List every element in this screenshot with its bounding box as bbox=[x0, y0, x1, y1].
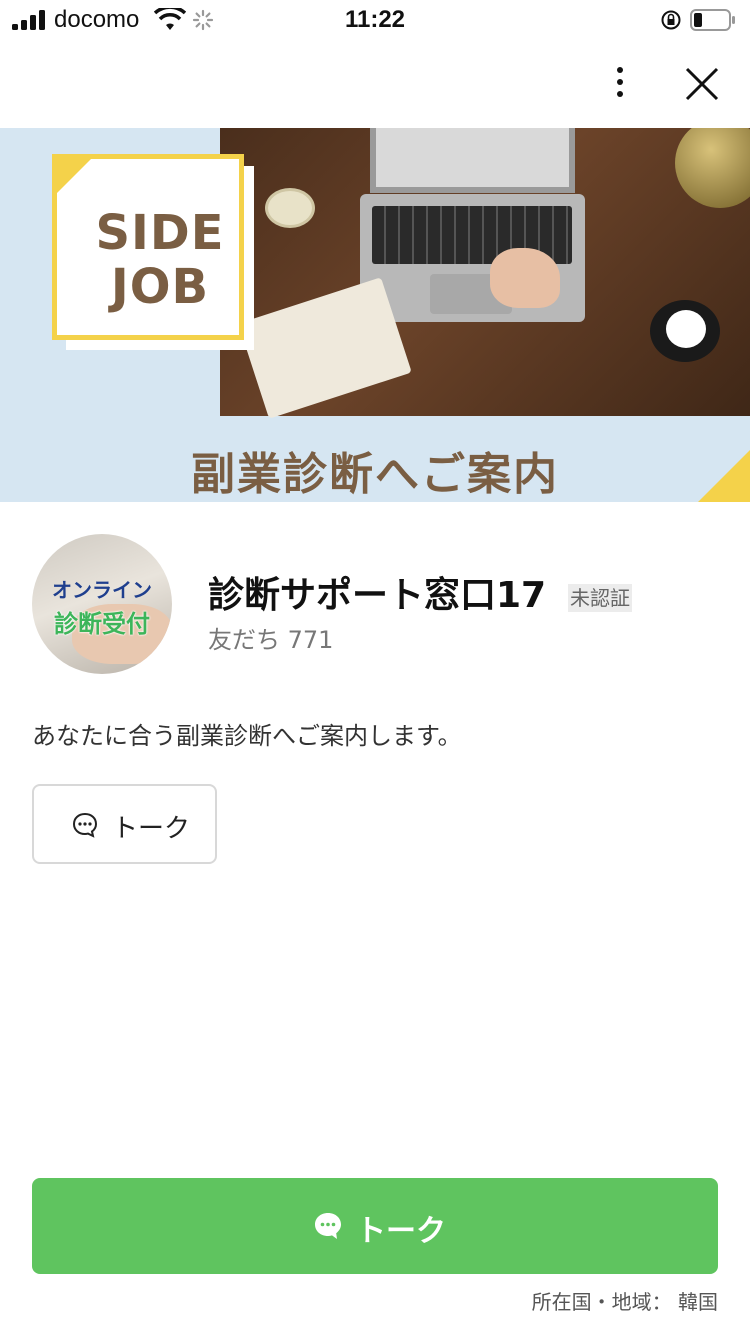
account-description: あなたに合う副業診断へご案内します。 bbox=[32, 722, 462, 750]
more-vertical-icon[interactable] bbox=[600, 64, 640, 104]
cover-title: 副業診断へご案内 bbox=[191, 449, 559, 500]
avatar[interactable]: オンライン 診断受付 bbox=[32, 534, 172, 674]
avatar-text-reception: 診断受付 bbox=[54, 610, 150, 638]
talk-button[interactable]: トーク bbox=[32, 784, 217, 864]
talk-primary-label: トーク bbox=[356, 1214, 446, 1249]
cover-image: SIDE JOB 副業診断へご案内 bbox=[0, 128, 750, 502]
status-time: 11:22 bbox=[344, 6, 406, 33]
side-job-text: SIDE JOB bbox=[95, 205, 225, 315]
friends-number: 771 bbox=[287, 626, 334, 654]
desk-photo bbox=[220, 128, 750, 419]
region-info: 所在国・地域： 韓国 bbox=[532, 1286, 718, 1315]
region-value: 韓国 bbox=[678, 1290, 718, 1314]
chat-bubble-icon bbox=[72, 812, 98, 838]
avatar-text-online: オンライン bbox=[52, 578, 152, 602]
battery-icon bbox=[690, 9, 735, 31]
status-bar: docomo 11:22 bbox=[0, 0, 750, 40]
region-label: 所在国・地域： bbox=[531, 1290, 672, 1314]
rotation-lock-icon bbox=[661, 10, 681, 30]
top-nav bbox=[0, 40, 750, 128]
talk-button-label: トーク bbox=[112, 814, 191, 844]
unverified-badge: 未認証 bbox=[568, 584, 632, 612]
account-name: 診断サポート窓口17 bbox=[208, 575, 547, 616]
talk-primary-button[interactable]: トーク bbox=[32, 1178, 718, 1274]
friends-label: 友だち bbox=[208, 626, 280, 654]
close-icon[interactable] bbox=[680, 62, 724, 106]
chat-bubble-icon bbox=[315, 1213, 341, 1239]
friends-count: 友だち 771 bbox=[208, 620, 333, 655]
